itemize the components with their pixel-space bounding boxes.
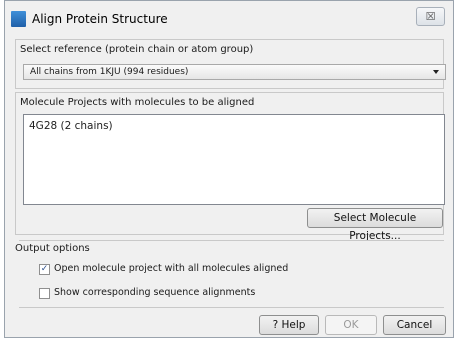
app-icon (11, 11, 26, 27)
output-separator (19, 240, 444, 241)
output-options-title: Output options (15, 243, 90, 254)
checkbox-open-aligned[interactable]: ✓ (39, 264, 50, 275)
ok-button[interactable]: OK (325, 315, 377, 335)
title-bar: Align Protein Structure ☒ (5, 1, 453, 37)
footer-separator (19, 307, 444, 308)
reference-select-value: All chains from 1KJU (994 residues) (30, 67, 189, 77)
window-title: Align Protein Structure (32, 12, 168, 26)
molecule-projects-list[interactable]: 4G28 (2 chains) (23, 114, 445, 205)
close-icon[interactable]: ☒ (416, 7, 445, 26)
reference-select[interactable]: All chains from 1KJU (994 residues) (23, 64, 446, 80)
checkbox-show-sequence[interactable] (39, 288, 50, 299)
help-icon: ? (272, 319, 279, 331)
cancel-button[interactable]: Cancel (383, 315, 446, 335)
reference-group-title: Select reference (protein chain or atom … (20, 44, 254, 55)
chevron-down-icon (433, 70, 439, 74)
dialog-window: Align Protein Structure ☒ Select referen… (4, 0, 454, 338)
option-show-sequence-label: Show corresponding sequence alignments (54, 287, 256, 298)
help-label: Help (281, 319, 306, 331)
list-item[interactable]: 4G28 (2 chains) (29, 120, 113, 132)
select-molecule-projects-button[interactable]: Select Molecule Projects... (307, 208, 443, 242)
option-open-aligned-label: Open molecule project with all molecules… (54, 263, 289, 274)
help-button[interactable]: ? Help (259, 315, 319, 335)
molecules-group-title: Molecule Projects with molecules to be a… (20, 97, 255, 108)
